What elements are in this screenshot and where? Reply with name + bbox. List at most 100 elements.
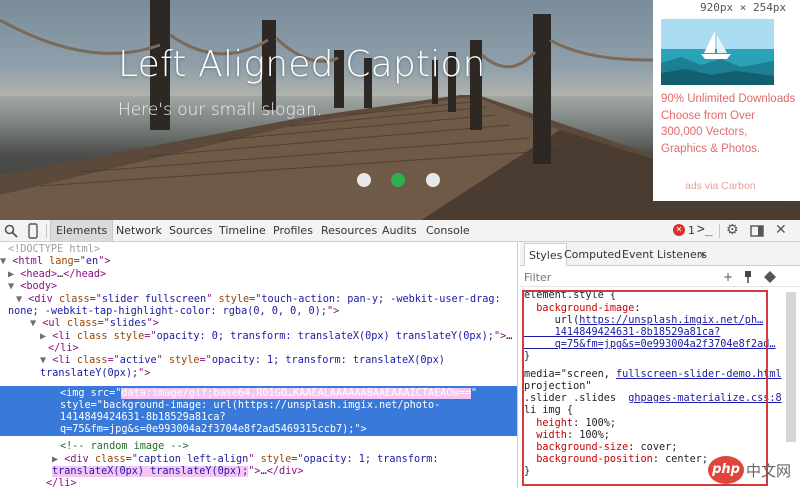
close-icon[interactable]: ✕ bbox=[775, 222, 787, 238]
dock-side-icon[interactable] bbox=[749, 223, 765, 239]
tab-elements[interactable]: Elements bbox=[50, 220, 114, 241]
dom-line[interactable]: </li> bbox=[46, 478, 77, 488]
expand-triangle-icon[interactable]: ▼ bbox=[40, 355, 52, 366]
dom-token: slider fullscreen bbox=[101, 294, 207, 305]
dom-token: <ul bbox=[42, 318, 67, 329]
tab-timeline[interactable]: Timeline bbox=[219, 224, 266, 237]
dom-token: =" bbox=[109, 388, 122, 399]
dom-token: <div bbox=[64, 454, 95, 465]
device-mode-icon[interactable] bbox=[25, 223, 41, 239]
dom-token: " bbox=[470, 388, 478, 399]
dom-token: q=75&fm=jpg&s=0e993004a2f3704e8f2ad54693… bbox=[60, 424, 355, 435]
dom-token: =" bbox=[107, 355, 120, 366]
ad-via-link[interactable]: ads via Carbon bbox=[685, 180, 756, 192]
dom-token: =" bbox=[89, 294, 102, 305]
console-drawer-icon[interactable]: >_ bbox=[697, 222, 713, 237]
expand-triangle-icon[interactable]: ▼ bbox=[30, 318, 42, 329]
dom-line[interactable]: ▼ <body> bbox=[8, 281, 57, 294]
dom-token: class bbox=[76, 331, 108, 342]
error-count[interactable]: 1 bbox=[688, 224, 695, 237]
dom-token: src bbox=[90, 388, 110, 399]
error-icon[interactable]: ✕ bbox=[673, 224, 685, 236]
dom-token: style bbox=[260, 454, 292, 465]
dom-token: en bbox=[85, 256, 99, 267]
dom-token: </div> bbox=[266, 466, 304, 477]
dom-line[interactable]: ▼ <li class="active" style="opacity: 1; … bbox=[40, 355, 445, 368]
dom-token: <!DOCTYPE html> bbox=[8, 244, 101, 255]
toolbar-divider bbox=[46, 224, 47, 238]
gear-icon[interactable]: ⚙ bbox=[726, 222, 739, 238]
dom-token: data:image/gif;base64,R01GO…KAAEALAAAAAA… bbox=[121, 388, 471, 399]
styles-filter-row: + bbox=[520, 267, 800, 287]
slider-dot-2-active[interactable] bbox=[391, 173, 405, 187]
pin-icon[interactable] bbox=[743, 271, 753, 283]
dom-token: =" bbox=[144, 331, 157, 342]
expand-triangle-icon[interactable]: ▼ bbox=[0, 256, 12, 267]
dom-token: </head> bbox=[63, 269, 107, 280]
scrollbar[interactable] bbox=[786, 292, 796, 442]
elements-tree[interactable]: <!DOCTYPE html> ▼ <html lang="en"> ▶ <head… bbox=[0, 242, 518, 488]
dom-token: </li> bbox=[48, 343, 79, 354]
tab-computed[interactable]: Computed bbox=[564, 248, 621, 261]
dom-token: " bbox=[156, 355, 169, 366]
php-logo: php bbox=[708, 456, 744, 484]
dom-token: style bbox=[60, 400, 91, 411]
dom-line[interactable]: <!-- random image --> bbox=[60, 441, 189, 454]
dom-token: none; -webkit-tap-highlight-color: rgba(… bbox=[8, 306, 327, 317]
dom-line[interactable]: ▼ <ul class="slides"> bbox=[30, 318, 159, 331]
dom-token: "> bbox=[138, 368, 151, 379]
dom-token: <div bbox=[28, 294, 59, 305]
dom-token: class bbox=[66, 318, 98, 329]
dom-token: <html bbox=[12, 256, 50, 267]
dom-token: opacity: 1; transform: bbox=[303, 454, 439, 465]
toolbar-divider bbox=[719, 224, 720, 238]
dom-token: opacity: 0; transform: translateX(0px) t… bbox=[156, 331, 494, 342]
dom-line[interactable]: ▶ <li class style="opacity: 0; transform… bbox=[40, 331, 512, 344]
dom-line[interactable]: ▼ <html lang="en"> bbox=[0, 256, 110, 269]
dom-token: lang bbox=[49, 256, 74, 267]
dom-line[interactable]: translateX(0px) translateY(0px);">…</div… bbox=[52, 466, 304, 479]
add-rule-icon[interactable]: + bbox=[723, 270, 733, 284]
dom-token: "> bbox=[326, 306, 340, 317]
dom-token: " bbox=[206, 294, 219, 305]
dom-token: … bbox=[506, 331, 513, 342]
palette-icon[interactable] bbox=[764, 271, 776, 283]
more-tabs-chevron-icon[interactable]: » bbox=[699, 248, 706, 261]
ad-boat-image[interactable] bbox=[661, 19, 774, 85]
dom-token: <!-- random image --> bbox=[60, 441, 189, 452]
dom-token: active bbox=[119, 355, 157, 366]
expand-triangle-icon[interactable]: ▼ bbox=[8, 281, 20, 292]
slider-dot-3[interactable] bbox=[426, 173, 440, 187]
dom-token: style bbox=[113, 331, 145, 342]
dom-token: class bbox=[94, 454, 126, 465]
dom-token: class bbox=[76, 355, 108, 366]
element-size-tooltip: 920px × 254px bbox=[700, 1, 787, 14]
dom-token: =" bbox=[73, 256, 86, 267]
expand-triangle-icon[interactable]: ▶ bbox=[52, 454, 64, 465]
dom-token: =" bbox=[125, 454, 138, 465]
tab-resources[interactable]: Resources bbox=[321, 224, 377, 237]
tab-audits[interactable]: Audits bbox=[382, 224, 417, 237]
ad-text[interactable]: 90% Unlimited Downloads Choose from Over… bbox=[661, 91, 796, 157]
expand-triangle-icon[interactable]: ▶ bbox=[8, 269, 20, 280]
slider-dot-1[interactable] bbox=[357, 173, 371, 187]
dom-token: touch-action: pan-y; -webkit-user-drag: bbox=[261, 294, 501, 305]
tab-profiles[interactable]: Profiles bbox=[273, 224, 313, 237]
tab-console[interactable]: Console bbox=[426, 224, 470, 237]
expand-triangle-icon[interactable]: ▼ bbox=[16, 294, 28, 305]
expand-triangle-icon[interactable]: ▶ bbox=[40, 331, 52, 342]
dom-token: slides bbox=[109, 318, 147, 329]
tab-styles[interactable]: Styles bbox=[524, 243, 568, 266]
dom-line[interactable]: translateY(0px);"> bbox=[40, 368, 150, 381]
styles-filter-input[interactable] bbox=[524, 270, 704, 284]
dom-line[interactable]: q=75&fm=jpg&s=0e993004a2f3704e8f2ad54693… bbox=[60, 424, 367, 437]
dom-token: "> bbox=[146, 318, 159, 329]
tab-network[interactable]: Network bbox=[116, 224, 162, 237]
caption-title: Left Aligned Caption bbox=[118, 44, 486, 85]
inspect-search-icon[interactable] bbox=[3, 223, 19, 239]
dom-token: =" bbox=[90, 400, 103, 411]
tab-event-listeners[interactable]: Event Listeners bbox=[622, 248, 707, 261]
devtools-toolbar: Elements Network Sources Timeline Profil… bbox=[0, 220, 800, 242]
tab-sources[interactable]: Sources bbox=[169, 224, 213, 237]
dom-token: translateX(0px) translateY(0px); bbox=[52, 466, 249, 477]
